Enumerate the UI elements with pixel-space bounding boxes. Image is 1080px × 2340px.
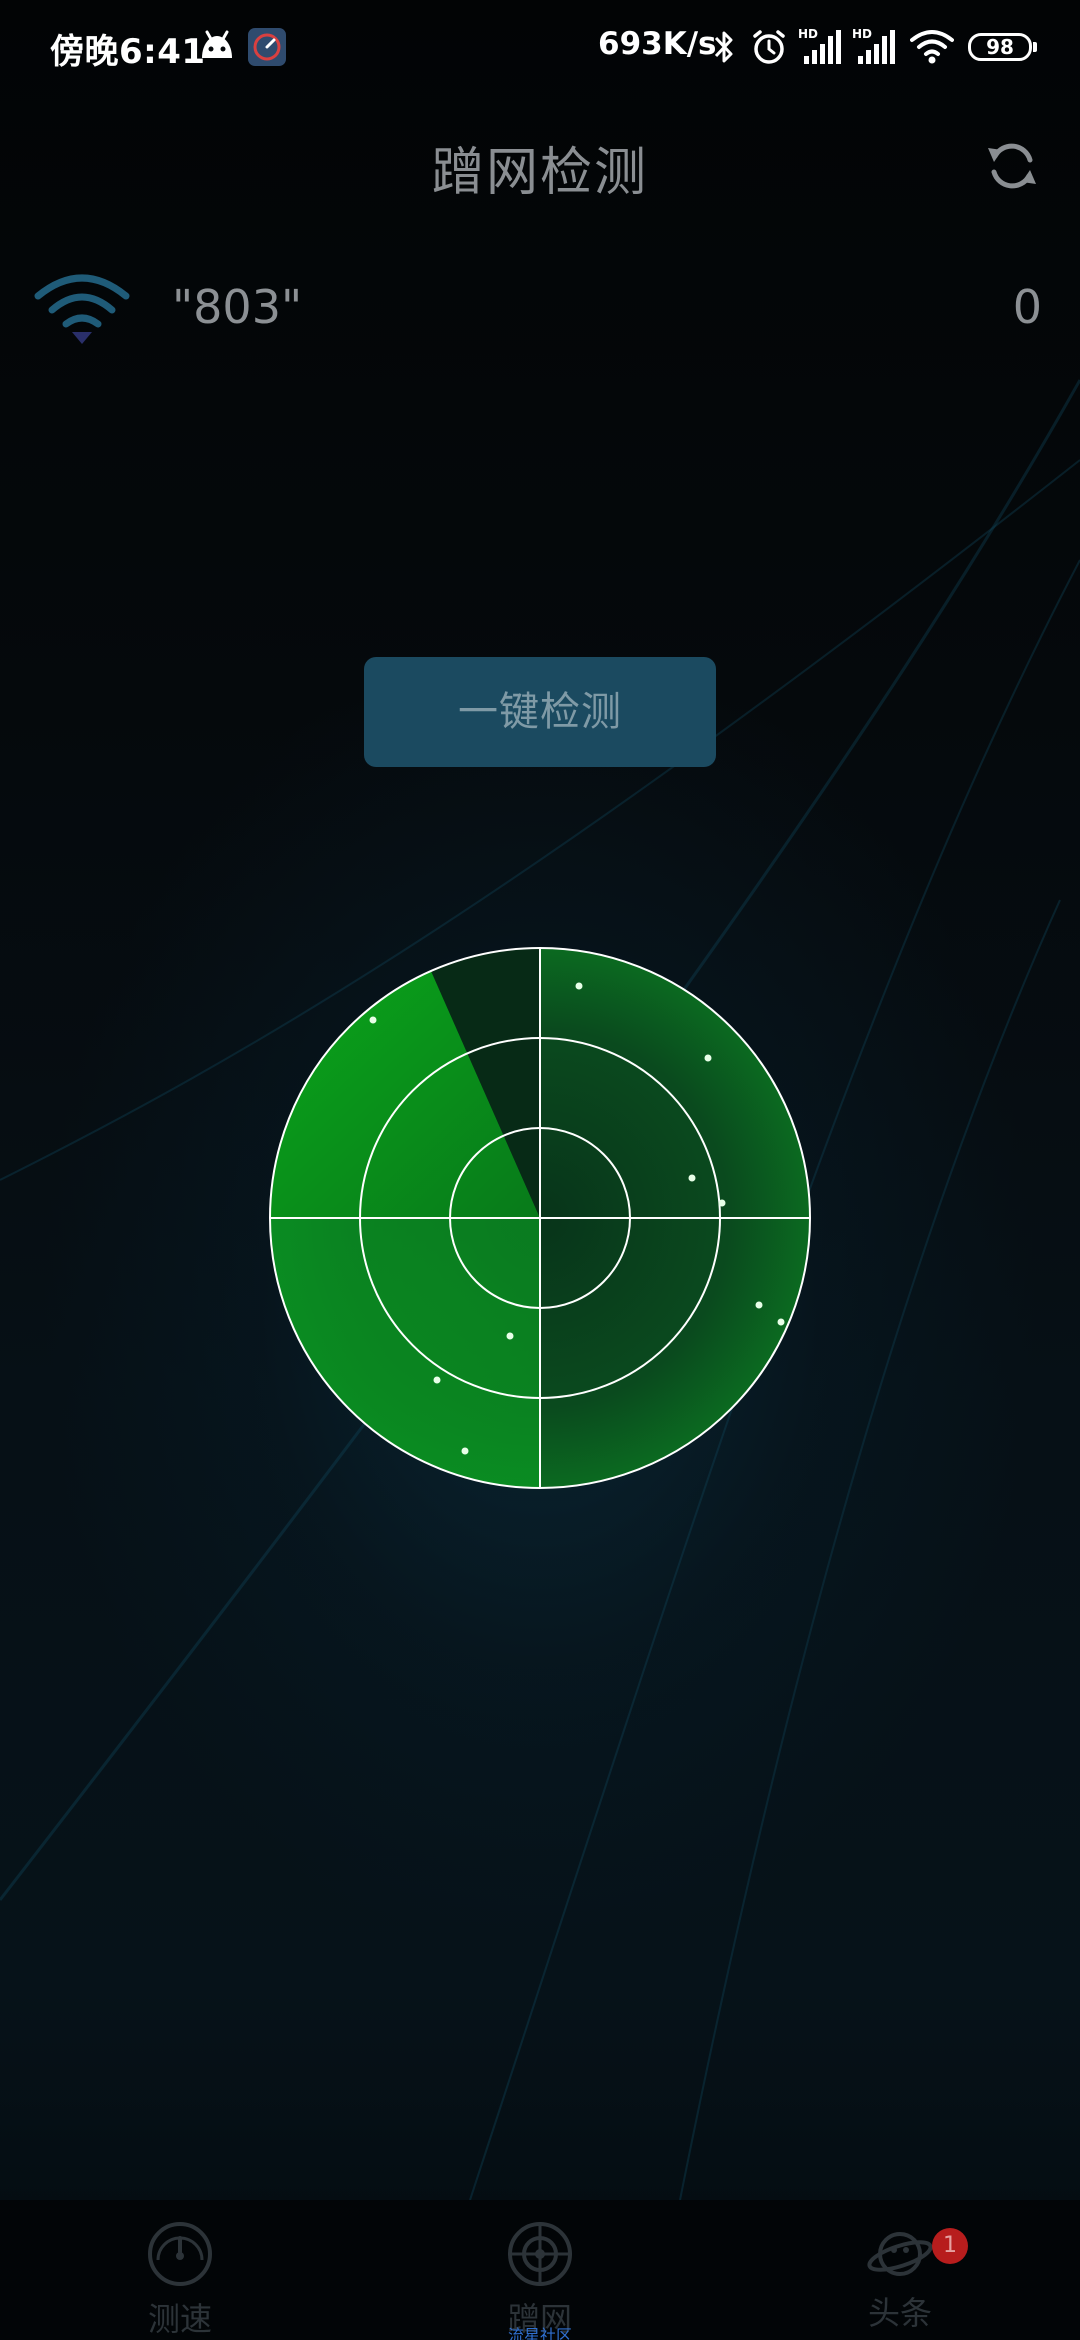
- tab-wifi-leech[interactable]: 蹭网 流星社区: [360, 2200, 720, 2340]
- radar-icon: [269, 947, 811, 1489]
- hd-signal-icon: HD: [798, 27, 841, 64]
- hd-signal-icon: HD: [852, 27, 895, 64]
- planet-icon: [867, 2232, 933, 2276]
- tab-speed-test-label: 测速: [147, 2300, 212, 2338]
- radar-blip: [575, 982, 583, 990]
- status-time: 傍晚6:41: [50, 32, 206, 72]
- wifi-ssid: "803": [172, 280, 303, 334]
- notification-badge: 1: [932, 2228, 968, 2264]
- svg-text:HD: HD: [798, 27, 818, 41]
- radar-blip: [704, 1054, 712, 1062]
- refresh-icon[interactable]: [982, 136, 1042, 196]
- page-title: 蹭网检测: [431, 143, 648, 203]
- radar-sweep-trail: [270, 1218, 540, 1488]
- bluetooth-icon: [714, 31, 733, 63]
- svg-text:HD: HD: [852, 27, 872, 41]
- connected-device-count: 0: [1012, 280, 1042, 334]
- tab-headlines-label: 头条: [867, 2294, 932, 2332]
- tab-wifi-leech-sublabel: 流星社区: [507, 2326, 572, 2340]
- radar-blip: [718, 1199, 726, 1207]
- alarm-icon: [753, 30, 785, 64]
- radar-blip: [506, 1332, 514, 1340]
- radar-blip: [777, 1318, 785, 1326]
- radar-blip: [433, 1376, 441, 1384]
- radar-blip: [755, 1301, 763, 1309]
- wifi-status-icon: [910, 30, 954, 64]
- speedometer-app-icon: [248, 28, 286, 66]
- android-icon: [202, 30, 232, 58]
- radar-blip: [461, 1447, 469, 1455]
- wifi-icon: [34, 274, 130, 344]
- one-click-scan-button[interactable]: 一键检测: [364, 657, 716, 767]
- radar-target-icon: [508, 2222, 572, 2286]
- radar-blip: [688, 1174, 696, 1182]
- bottom-navigation: 测速 蹭网 流星社区 1 头条: [0, 2200, 1080, 2340]
- tab-headlines[interactable]: 1 头条: [720, 2200, 1080, 2340]
- battery-indicator: 98: [968, 33, 1037, 61]
- tab-speed-test[interactable]: 测速: [0, 2200, 360, 2340]
- app-screen: 傍晚6:41 693K/s HD HD 98 蹭网检测 "803" 0 一键检测…: [0, 0, 1080, 2340]
- radar-blip: [369, 1016, 377, 1024]
- status-bar: 傍晚6:41 693K/s HD HD 98: [0, 0, 1080, 96]
- speedometer-icon: [148, 2222, 212, 2286]
- network-speed: 693K/s: [598, 26, 717, 62]
